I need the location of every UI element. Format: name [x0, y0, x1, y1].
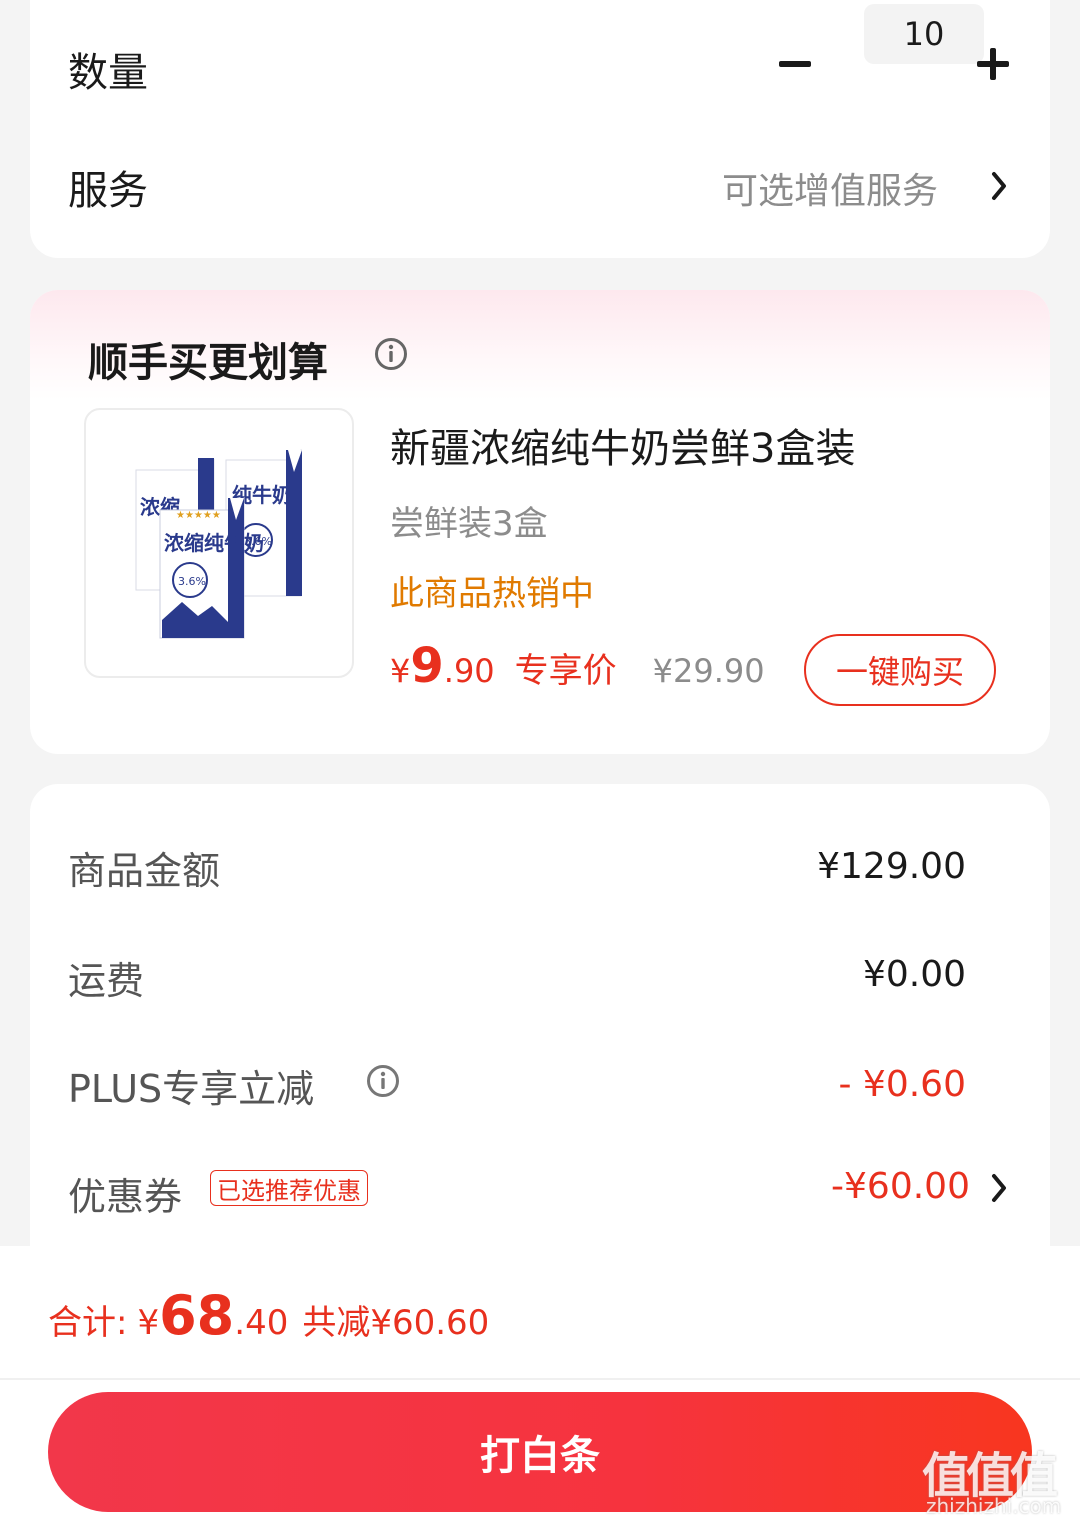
addon-title: 顺手买更划算 [88, 340, 328, 386]
quantity-input[interactable]: 10 [864, 4, 984, 64]
product-spec: 尝鲜装3盒 [390, 504, 548, 544]
exclusive-price-tag: 专享价 [514, 651, 617, 691]
addon-card: 顺手买更划算 浓缩 纯牛奶 3.6% ★★★★★ 浓缩纯牛奶 3.6% 新疆浓缩… [30, 290, 1050, 754]
order-options-card: 数量 10 服务 可选增值服务 [30, 0, 1050, 258]
price-currency: ¥ [390, 652, 411, 690]
shipping-label: 运费 [68, 959, 145, 1003]
chevron-right-icon [992, 172, 1006, 200]
product-image-text: 浓缩纯牛奶 [164, 531, 264, 555]
minus-icon [779, 61, 811, 67]
watermark-logo: 值值值 zhizhizhi.com [922, 1436, 1072, 1522]
watermark-url: zhizhizhi.com [926, 1494, 1062, 1518]
info-icon[interactable] [366, 1064, 400, 1098]
coupon-label: 优惠券 [68, 1175, 183, 1219]
divider [0, 1378, 1080, 1380]
quantity-increase-button[interactable] [969, 40, 1017, 88]
order-total: 合计: ¥ 68 .40 共减¥60.60 [48, 1284, 489, 1347]
coupon-value: -¥60.00 [831, 1166, 970, 1207]
product-image[interactable]: 浓缩 纯牛奶 3.6% ★★★★★ 浓缩纯牛奶 3.6% [84, 408, 354, 678]
service-label: 服务 [68, 168, 148, 214]
one-click-buy-button[interactable]: 一键购买 [804, 634, 996, 706]
product-name[interactable]: 新疆浓缩纯牛奶尝鲜3盒装 [390, 416, 855, 474]
total-integer: 68 [159, 1284, 235, 1347]
shipping-value: ¥0.00 [862, 954, 966, 995]
total-currency: ¥ [137, 1303, 160, 1343]
hot-selling-label: 此商品热销中 [390, 574, 594, 614]
svg-text:★★★★★: ★★★★★ [176, 510, 221, 521]
original-price: ¥29.90 [652, 652, 765, 690]
product-price: ¥ 9 .90 专享价 ¥29.90 [390, 638, 765, 698]
price-decimal: .90 [443, 652, 495, 690]
total-saved: 共减¥60.60 [302, 1303, 490, 1343]
milk-box-illustration: 浓缩 纯牛奶 3.6% ★★★★★ 浓缩纯牛奶 3.6% [135, 448, 302, 639]
goods-amount-value: ¥129.00 [817, 846, 966, 887]
total-label: 合计: [48, 1303, 128, 1343]
price-summary-card: 商品金额 ¥129.00 运费 ¥0.00 PLUS专享立减 - ¥0.60 优… [30, 784, 1050, 1304]
coupon-badge: 已选推荐优惠 [210, 1170, 368, 1206]
price-integer: 9 [410, 638, 444, 694]
quantity-label: 数量 [68, 50, 148, 96]
checkout-bar: 合计: ¥ 68 .40 共减¥60.60 打白条 [0, 1246, 1080, 1523]
total-decimal: .40 [234, 1303, 289, 1343]
pay-with-baitiao-button[interactable]: 打白条 [48, 1392, 1032, 1512]
service-hint: 可选增值服务 [721, 171, 938, 212]
goods-amount-label: 商品金额 [68, 849, 221, 893]
info-icon[interactable] [374, 337, 408, 371]
plus-discount-label: PLUS专享立减 [68, 1067, 315, 1111]
chevron-right-icon [992, 1174, 1006, 1202]
plus-discount-value: - ¥0.60 [838, 1064, 967, 1105]
quantity-decrease-button[interactable] [771, 40, 819, 88]
svg-text:3.6%: 3.6% [178, 575, 206, 588]
